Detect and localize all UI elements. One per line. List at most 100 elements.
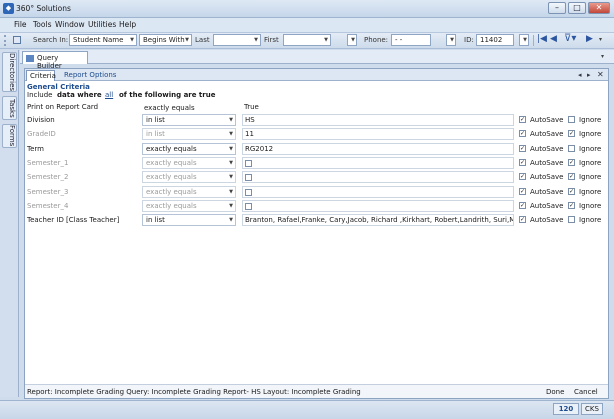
phone-input[interactable]: - - bbox=[391, 34, 431, 46]
value-checkbox[interactable] bbox=[245, 159, 252, 167]
criteria-value-input[interactable] bbox=[242, 156, 514, 169]
tab-criteria[interactable]: Criteria bbox=[26, 70, 56, 81]
last-name-input[interactable]: ▼ bbox=[213, 34, 261, 46]
tab-query-builder[interactable]: Query Builder bbox=[22, 51, 88, 70]
search-in-select[interactable]: Student Name ▼ bbox=[69, 34, 137, 46]
close-button[interactable]: ✕ bbox=[588, 2, 610, 14]
data-where-label: data where bbox=[57, 91, 102, 99]
autosave-checkbox[interactable]: ✓ bbox=[519, 216, 526, 224]
ignore-checkbox[interactable] bbox=[568, 144, 575, 152]
match-all-link[interactable]: all bbox=[105, 91, 113, 99]
operator-select[interactable]: in list ▼ bbox=[142, 214, 236, 227]
ignore-checkbox[interactable] bbox=[568, 216, 575, 224]
close-tab-icon[interactable]: ✕ bbox=[597, 70, 604, 79]
last-label: Last bbox=[195, 36, 210, 44]
cancel-button[interactable]: Cancel bbox=[574, 388, 598, 396]
autosave-checkbox[interactable]: ✓ bbox=[519, 187, 526, 195]
menu-utilities[interactable]: Utilities bbox=[88, 20, 116, 29]
previous-record-icon[interactable]: ◀ bbox=[550, 34, 557, 44]
criteria-label: Semester_4 bbox=[27, 201, 69, 210]
tab-directories[interactable]: Directories bbox=[2, 52, 17, 92]
autosave-checkbox[interactable]: ✓ bbox=[519, 116, 526, 123]
scroll-arrow-button[interactable]: ▼ bbox=[446, 34, 456, 46]
id-input[interactable]: 11402 bbox=[476, 34, 514, 46]
criteria-value-input[interactable]: RG2012 bbox=[242, 142, 514, 155]
autosave-label: AutoSave bbox=[530, 173, 564, 182]
include-label: Include bbox=[27, 91, 53, 99]
tab-scroll-left-icon[interactable]: ◂ bbox=[578, 71, 582, 79]
autosave-checkbox[interactable]: ✓ bbox=[519, 158, 526, 166]
next-record-icon[interactable]: ▶ bbox=[586, 34, 593, 44]
operator-select[interactable]: in list ▼ bbox=[142, 114, 236, 126]
criteria-row: GradeID in list ▼ 11 ✓ AutoSave ✓ Ignore bbox=[27, 128, 607, 141]
autosave-label: AutoSave bbox=[530, 144, 564, 153]
menu-help[interactable]: Help bbox=[119, 20, 136, 29]
autosave-label: AutoSave bbox=[530, 201, 564, 210]
toolbar-overflow-icon[interactable]: ▾ bbox=[599, 36, 602, 43]
value-checkbox[interactable] bbox=[245, 174, 252, 182]
first-label: First bbox=[264, 36, 279, 44]
operator-select[interactable]: exactly equals ▼ bbox=[142, 142, 236, 155]
criteria-value-input[interactable] bbox=[242, 199, 514, 212]
scroll-arrow-button[interactable]: ▼ bbox=[519, 34, 529, 46]
operator-select[interactable]: exactly equals ▼ bbox=[142, 199, 236, 212]
tab-scroll-right-icon[interactable]: ▸ bbox=[587, 71, 591, 79]
maximize-button[interactable]: □ bbox=[568, 2, 586, 14]
ignore-checkbox[interactable]: ✓ bbox=[568, 187, 575, 195]
minimize-button[interactable]: – bbox=[548, 2, 566, 14]
value-checkbox[interactable] bbox=[245, 188, 252, 196]
criteria-row: Term exactly equals ▼ RG2012 ✓ AutoSave Ignore bbox=[27, 142, 607, 156]
criteria-value-input[interactable]: Branton, Rafael,Franke, Cary,Jacob, Rich… bbox=[242, 214, 514, 227]
autosave-label: AutoSave bbox=[530, 158, 564, 167]
criteria-row: Semester_1 exactly equals ▼ ✓ AutoSave ✓ Ignor… bbox=[27, 156, 607, 170]
value-checkbox[interactable] bbox=[245, 202, 252, 210]
tab-forms[interactable]: Forms bbox=[2, 124, 17, 148]
operator-select[interactable]: in list ▼ bbox=[142, 128, 236, 141]
criteria-label: Semester_3 bbox=[27, 187, 69, 196]
search-option-icon[interactable] bbox=[13, 36, 21, 44]
operator-select[interactable]: exactly equals ▼ bbox=[142, 185, 236, 198]
criteria-value-input[interactable]: HS bbox=[242, 114, 514, 126]
title-bar bbox=[0, 0, 614, 18]
ignore-checkbox[interactable] bbox=[568, 116, 575, 123]
scroll-arrow-button[interactable]: ▼ bbox=[347, 34, 357, 46]
filter-icon[interactable]: ⊽▾ bbox=[564, 33, 576, 44]
ignore-label: Ignore bbox=[579, 130, 602, 139]
status-bar bbox=[0, 400, 614, 419]
criteria-value-input[interactable]: 11 bbox=[242, 128, 514, 141]
following-label: of the following are true bbox=[119, 91, 216, 99]
first-record-icon[interactable]: |◀ bbox=[537, 34, 547, 44]
menu-file[interactable]: File bbox=[14, 20, 27, 29]
autosave-label: AutoSave bbox=[530, 130, 564, 139]
autosave-checkbox[interactable]: ✓ bbox=[519, 130, 526, 138]
operator-select[interactable]: exactly equals ▼ bbox=[142, 156, 236, 169]
autosave-checkbox[interactable]: ✓ bbox=[519, 144, 526, 152]
document-tab-strip bbox=[20, 50, 614, 64]
menu-tools[interactable]: Tools bbox=[33, 20, 51, 29]
phone-label: Phone: bbox=[364, 36, 389, 44]
side-panel: Directories Tasks Forms bbox=[0, 50, 19, 397]
tab-tasks[interactable]: Tasks bbox=[2, 96, 17, 120]
criteria-label: Print on Report Card bbox=[27, 103, 99, 111]
ignore-checkbox[interactable]: ✓ bbox=[568, 201, 575, 209]
app-icon: ◆ bbox=[3, 3, 14, 14]
criteria-value-input[interactable] bbox=[242, 171, 514, 184]
operator-select[interactable]: exactly equals ▼ bbox=[142, 171, 236, 184]
ignore-checkbox[interactable]: ✓ bbox=[568, 130, 575, 138]
first-name-input[interactable]: ▼ bbox=[283, 34, 331, 46]
tab-report-options[interactable]: Report Options bbox=[64, 71, 116, 79]
ignore-checkbox[interactable]: ✓ bbox=[568, 158, 575, 166]
criteria-value-input[interactable] bbox=[242, 185, 514, 198]
autosave-checkbox[interactable]: ✓ bbox=[519, 201, 526, 209]
menu-window[interactable]: Window bbox=[55, 20, 85, 29]
ignore-checkbox[interactable]: ✓ bbox=[568, 173, 575, 181]
done-button[interactable]: Done bbox=[546, 388, 564, 396]
window-title: 360° Solutions bbox=[16, 4, 71, 13]
autosave-checkbox[interactable]: ✓ bbox=[519, 173, 526, 181]
search-in-label: Search In: bbox=[33, 36, 69, 44]
status-text: Report: Incomplete Grading Query: Incomp… bbox=[27, 388, 361, 396]
ignore-label: Ignore bbox=[579, 158, 602, 167]
autosave-label: AutoSave bbox=[530, 116, 564, 124]
tab-list-dropdown-icon[interactable]: ▾ bbox=[601, 53, 604, 60]
match-select[interactable]: Begins With ▼ bbox=[139, 34, 192, 46]
